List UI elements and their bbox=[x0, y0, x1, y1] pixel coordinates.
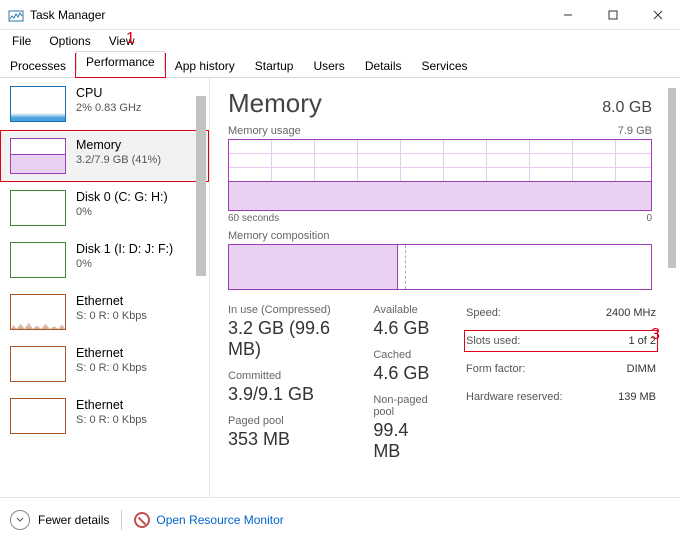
tab-services[interactable]: Services bbox=[412, 55, 478, 78]
comp-seg-inuse bbox=[229, 245, 398, 289]
slots-key: Slots used: bbox=[466, 332, 520, 350]
memory-usage-chart bbox=[228, 139, 652, 211]
tab-performance[interactable]: Performance bbox=[76, 51, 165, 71]
sidebar-item-sub: 2% 0.83 GHz bbox=[76, 102, 141, 114]
scrollbar-thumb[interactable] bbox=[196, 96, 206, 276]
committed-value: 3.9/9.1 GB bbox=[228, 384, 347, 405]
maximize-button[interactable] bbox=[590, 0, 635, 29]
comp-seg-modified bbox=[398, 245, 406, 289]
fewer-details-link[interactable]: Fewer details bbox=[38, 513, 109, 527]
hw-value: 139 MB bbox=[618, 388, 656, 406]
sidebar-item-sub: 0% bbox=[76, 258, 173, 270]
cached-value: 4.6 GB bbox=[373, 363, 440, 384]
hw-key: Hardware reserved: bbox=[466, 388, 563, 406]
menubar: File Options View 1 bbox=[0, 30, 680, 52]
sidebar-scrollbar[interactable] bbox=[193, 84, 209, 491]
inuse-value: 3.2 GB (99.6 MB) bbox=[228, 318, 347, 360]
sidebar-item-sub: 0% bbox=[76, 206, 168, 218]
sidebar-item-disk1[interactable]: Disk 1 (I: D: J: F:) 0% bbox=[0, 234, 209, 286]
sidebar-item-label: Memory bbox=[76, 138, 161, 152]
annotation-3: 3 bbox=[651, 326, 660, 344]
tab-users[interactable]: Users bbox=[303, 55, 354, 78]
titlebar: Task Manager bbox=[0, 0, 680, 30]
sidebar: CPU 2% 0.83 GHz Memory 3.2/7.9 GB (41%) … bbox=[0, 78, 210, 497]
usage-label: Memory usage bbox=[228, 125, 301, 137]
sidebar-item-disk0[interactable]: Disk 0 (C: G: H:) 0% bbox=[0, 182, 209, 234]
sidebar-item-label: Ethernet bbox=[76, 294, 147, 308]
memory-composition-chart bbox=[228, 244, 652, 290]
sidebar-item-label: Disk 1 (I: D: J: F:) bbox=[76, 242, 173, 256]
annotation-1: 1 bbox=[126, 30, 135, 48]
open-resource-monitor-link[interactable]: Open Resource Monitor bbox=[134, 512, 283, 528]
axis-right: 0 bbox=[646, 213, 652, 224]
paged-label: Paged pool bbox=[228, 415, 347, 427]
sidebar-item-label: Ethernet bbox=[76, 398, 147, 412]
ethernet-sparkline bbox=[10, 398, 66, 434]
footer: Fewer details Open Resource Monitor bbox=[0, 498, 680, 542]
cached-label: Cached bbox=[373, 349, 440, 361]
sidebar-item-ethernet-1[interactable]: Ethernet S: 0 R: 0 Kbps bbox=[0, 286, 209, 338]
close-button[interactable] bbox=[635, 0, 680, 29]
committed-label: Committed bbox=[228, 370, 347, 382]
nonpaged-value: 99.4 MB bbox=[373, 420, 440, 462]
divider bbox=[121, 510, 122, 530]
memory-total: 8.0 GB bbox=[602, 99, 652, 117]
available-value: 4.6 GB bbox=[373, 318, 440, 339]
ethernet-sparkline bbox=[10, 294, 66, 330]
sidebar-item-label: Ethernet bbox=[76, 346, 147, 360]
form-key: Form factor: bbox=[466, 360, 525, 378]
available-label: Available bbox=[373, 304, 440, 316]
paged-value: 353 MB bbox=[228, 429, 347, 450]
tab-processes[interactable]: Processes bbox=[0, 55, 76, 78]
chevron-down-icon[interactable] bbox=[10, 510, 30, 530]
sidebar-item-label: CPU bbox=[76, 86, 141, 100]
scrollbar-thumb[interactable] bbox=[668, 88, 676, 268]
axis-left: 60 seconds bbox=[228, 213, 279, 224]
main-panel: Memory 8.0 GB Memory usage 7.9 GB 60 sec… bbox=[210, 78, 680, 497]
minimize-button[interactable] bbox=[545, 0, 590, 29]
inuse-label: In use (Compressed) bbox=[228, 304, 347, 316]
nonpaged-label: Non-paged pool bbox=[373, 394, 440, 418]
form-value: DIMM bbox=[627, 360, 656, 378]
sidebar-item-ethernet-2[interactable]: Ethernet S: 0 R: 0 Kbps bbox=[0, 338, 209, 390]
slots-row-highlight: Slots used:1 of 2 bbox=[466, 332, 656, 350]
disk-sparkline bbox=[10, 242, 66, 278]
speed-value: 2400 MHz bbox=[606, 304, 656, 322]
resource-monitor-label: Open Resource Monitor bbox=[156, 513, 283, 527]
sidebar-item-ethernet-3[interactable]: Ethernet S: 0 R: 0 Kbps bbox=[0, 390, 209, 442]
stats-grid: In use (Compressed) 3.2 GB (99.6 MB) Com… bbox=[228, 304, 666, 462]
menu-file[interactable]: File bbox=[4, 32, 39, 50]
sidebar-item-memory[interactable]: Memory 3.2/7.9 GB (41%) 2 bbox=[0, 130, 209, 182]
sidebar-item-label: Disk 0 (C: G: H:) bbox=[76, 190, 168, 204]
tab-performance-highlight: Performance bbox=[76, 54, 165, 77]
disk-sparkline bbox=[10, 190, 66, 226]
sidebar-item-cpu[interactable]: CPU 2% 0.83 GHz bbox=[0, 78, 209, 130]
menu-view[interactable]: View bbox=[101, 32, 143, 50]
tab-details[interactable]: Details bbox=[355, 55, 412, 78]
tab-app-history[interactable]: App history bbox=[165, 55, 245, 78]
tab-startup[interactable]: Startup bbox=[245, 55, 304, 78]
sidebar-item-sub: S: 0 R: 0 Kbps bbox=[76, 414, 147, 426]
resource-monitor-icon bbox=[134, 512, 150, 528]
cpu-sparkline bbox=[10, 86, 66, 122]
content: CPU 2% 0.83 GHz Memory 3.2/7.9 GB (41%) … bbox=[0, 78, 680, 498]
usage-max: 7.9 GB bbox=[618, 125, 652, 137]
sidebar-item-sub: S: 0 R: 0 Kbps bbox=[76, 310, 147, 322]
sidebar-item-sub: S: 0 R: 0 Kbps bbox=[76, 362, 147, 374]
tabs: Processes Performance App history Startu… bbox=[0, 54, 680, 78]
page-title: Memory bbox=[228, 88, 322, 119]
app-icon bbox=[8, 7, 24, 23]
speed-key: Speed: bbox=[466, 304, 501, 322]
window-title: Task Manager bbox=[30, 8, 545, 22]
composition-label: Memory composition bbox=[228, 230, 329, 242]
sidebar-item-sub: 3.2/7.9 GB (41%) bbox=[76, 154, 161, 166]
main-scrollbar[interactable] bbox=[666, 88, 678, 487]
menu-options[interactable]: Options bbox=[41, 32, 98, 50]
ethernet-sparkline bbox=[10, 346, 66, 382]
chart-fill bbox=[229, 181, 651, 210]
memory-sparkline bbox=[10, 138, 66, 174]
